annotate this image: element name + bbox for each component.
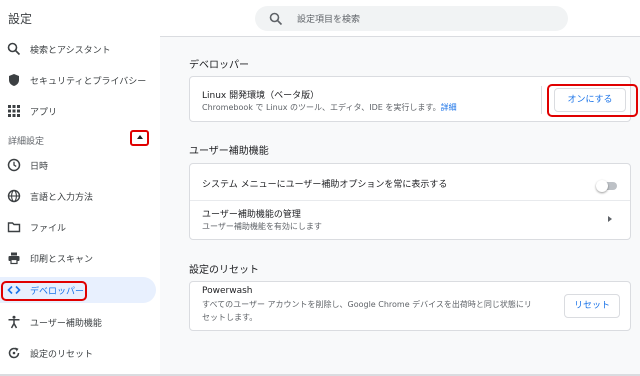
sidebar-item-label: 言語と入力方法 [30,193,94,203]
reset-button[interactable]: リセット [564,294,620,318]
sidebar-item-apps[interactable]: アプリ [0,98,156,124]
learn-more-link[interactable]: 詳細 [441,103,457,112]
sidebar-item-label: 日時 [30,162,49,172]
globe-icon [7,189,21,203]
advanced-collapse-toggle[interactable] [130,130,149,146]
sidebar-item-files[interactable]: ファイル [0,214,156,240]
sidebar-item-label: 印刷とスキャン [30,255,94,265]
powerwash-description-line2: セットします。 [202,313,258,322]
divider [541,86,542,114]
reset-card: Powerwash すべてのユーザー アカウントを削除し、Google Chro… [189,281,631,331]
top-bar: 設定 設定項目を検索 [0,0,640,37]
reset-section-title: 設定のリセット [189,265,259,276]
chevron-right-icon [608,216,612,222]
manage-title: ユーザー補助機能の管理 [202,210,301,220]
sidebar-item-print-scan[interactable]: 印刷とスキャン [0,245,156,271]
linux-description: Chromebook で Linux のツール、エディタ、IDE を実行します。… [202,103,457,112]
sidebar-item-label: アプリ [30,108,58,118]
sidebar-item-label: ファイル [30,224,67,234]
sidebar-item-accessibility[interactable]: ユーザー補助機能 [0,309,156,335]
sidebar-item-label: 検索とアシスタント [30,46,111,56]
shield-icon [9,74,19,86]
reset-icon [8,347,20,359]
linux-title: Linux 開発環境（ベータ版） [202,91,320,101]
search-box[interactable]: 設定項目を検索 [255,6,568,31]
accessibility-section-title: ユーザー補助機能 [189,146,269,157]
manage-accessibility-row[interactable]: ユーザー補助機能の管理 ユーザー補助機能を有効にします [190,201,630,239]
sidebar-item-languages[interactable]: 言語と入力方法 [0,183,156,209]
sidebar-item-security[interactable]: セキュリティとプライバシー [0,67,156,93]
show-menu-label: システム メニューにユーザー補助オプションを常に表示する [202,180,448,190]
sidebar-item-datetime[interactable]: 日時 [0,152,156,178]
sidebar-item-label: セキュリティとプライバシー [30,77,147,87]
sidebar-item-search-assistant[interactable]: 検索とアシスタント [0,36,156,62]
powerwash-title: Powerwash [202,286,253,296]
printer-icon [8,252,20,265]
show-menu-toggle[interactable] [596,180,617,192]
sidebar-item-label: ユーザー補助機能 [30,319,102,329]
clock-icon [7,158,21,172]
annotation-highlight-developer-nav [1,281,87,301]
search-icon [269,12,283,26]
powerwash-description-line1: すべてのユーザー アカウントを削除し、Google Chrome デバイスを出荷… [202,300,532,309]
sidebar-item-reset[interactable]: 設定のリセット [0,340,156,366]
developer-section-title: デベロッパー [189,60,249,71]
sidebar-item-label: 設定のリセット [30,350,94,360]
advanced-header: 詳細設定 [8,137,45,147]
accessibility-card: システム メニューにユーザー補助オプションを常に表示する ユーザー補助機能の管理… [189,163,631,240]
app-title: 設定 [8,12,33,26]
search-icon [7,42,21,56]
accessibility-icon [8,315,20,329]
manage-subtitle: ユーザー補助機能を有効にします [202,222,322,231]
annotation-highlight-turn-on [547,84,638,117]
sidebar: 検索とアシスタント セキュリティとプライバシー アプリ 詳細設定 日時 言語と入… [0,36,160,376]
apps-grid-icon [8,105,20,117]
folder-icon [7,222,21,233]
search-input[interactable]: 設定項目を検索 [297,12,360,25]
